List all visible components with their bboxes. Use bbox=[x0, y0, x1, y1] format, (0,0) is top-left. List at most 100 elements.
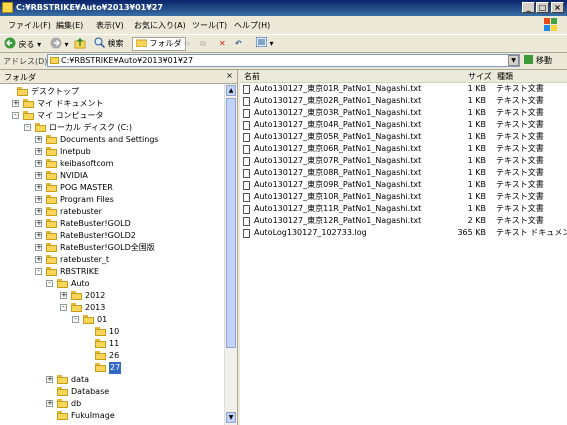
undo-icon[interactable]: ↶ bbox=[235, 37, 242, 51]
collapse-icon[interactable]: - bbox=[12, 112, 19, 119]
tree-node-label: Inetpub bbox=[60, 147, 91, 156]
file-row[interactable]: Auto130127_東京07R_PatNo1_Nagashi.txt 1 KB テ… bbox=[240, 155, 567, 167]
forward-button[interactable]: ▾ bbox=[50, 37, 69, 51]
expand-icon[interactable]: + bbox=[35, 256, 42, 263]
folder-icon bbox=[2, 2, 13, 13]
maximize-button[interactable]: □ bbox=[536, 2, 549, 13]
back-button[interactable]: 戻る ▾ bbox=[4, 37, 41, 51]
close-pane-button[interactable]: × bbox=[224, 70, 235, 81]
file-size: 365 KB bbox=[457, 228, 486, 237]
file-row[interactable]: Auto130127_東京12R_PatNo1_Nagashi.txt 2 KB テ… bbox=[240, 215, 567, 227]
address-field[interactable]: C:¥RBSTRIKE¥Auto¥2013¥01¥27 bbox=[47, 54, 520, 67]
go-label: 移動 bbox=[536, 56, 552, 65]
expand-icon[interactable]: + bbox=[60, 292, 67, 299]
folder-icon bbox=[46, 195, 57, 204]
title-bar[interactable]: C:¥RBSTRIKE¥Auto¥2013¥01¥27 _ □ × bbox=[0, 0, 567, 16]
file-size: 1 KB bbox=[467, 156, 486, 165]
expand-icon[interactable]: + bbox=[12, 100, 19, 107]
tree-node-label: RateBuster!GOLD bbox=[60, 219, 131, 228]
menu-tools[interactable]: ツール(T) bbox=[192, 20, 227, 31]
expand-icon[interactable]: + bbox=[35, 172, 42, 179]
tree-node-label: デスクトップ bbox=[31, 87, 79, 96]
expand-icon[interactable]: + bbox=[35, 244, 42, 251]
expand-icon[interactable]: + bbox=[35, 208, 42, 215]
expand-icon[interactable]: + bbox=[46, 376, 53, 383]
scroll-up-button[interactable]: ▲ bbox=[226, 85, 236, 96]
scroll-thumb[interactable] bbox=[226, 98, 236, 348]
menu-favorites[interactable]: お気に入り(A) bbox=[134, 20, 186, 31]
go-button[interactable]: 移動 bbox=[524, 55, 552, 66]
close-button[interactable]: × bbox=[551, 2, 564, 13]
file-row[interactable]: Auto130127_東京05R_PatNo1_Nagashi.txt 1 KB テ… bbox=[240, 131, 567, 143]
column-type[interactable]: 種類 bbox=[497, 71, 513, 82]
folder-icon bbox=[46, 171, 57, 180]
scroll-down-button[interactable]: ▼ bbox=[226, 412, 236, 423]
go-arrow-icon bbox=[524, 55, 533, 64]
menu-view[interactable]: 表示(V) bbox=[96, 20, 124, 31]
search-button[interactable]: 検索 bbox=[94, 37, 124, 51]
expand-icon[interactable]: + bbox=[35, 220, 42, 227]
file-row[interactable]: Auto130127_東京11R_PatNo1_Nagashi.txt 1 KB テ… bbox=[240, 203, 567, 215]
folder-icon bbox=[23, 99, 34, 108]
tree-node-label: 11 bbox=[109, 339, 120, 348]
folder-icon bbox=[95, 363, 106, 372]
expand-icon[interactable]: + bbox=[35, 184, 42, 191]
expand-icon[interactable]: + bbox=[35, 196, 42, 203]
views-button[interactable]: ▾ bbox=[255, 36, 274, 51]
expand-icon[interactable]: + bbox=[35, 232, 42, 239]
tree-node-label: keibasoftcom bbox=[60, 159, 114, 168]
expand-icon[interactable]: + bbox=[35, 160, 42, 167]
collapse-icon[interactable]: - bbox=[72, 316, 79, 323]
file-name: Auto130127_東京02R_PatNo1_Nagashi.txt bbox=[254, 96, 422, 105]
file-row[interactable]: Auto130127_東京03R_PatNo1_Nagashi.txt 1 KB テ… bbox=[240, 107, 567, 119]
column-name[interactable]: 名前 bbox=[244, 71, 260, 82]
expand-icon[interactable]: + bbox=[46, 400, 53, 407]
text-file-icon bbox=[243, 121, 250, 130]
tree-node-label: 10 bbox=[109, 327, 120, 336]
folder-icon bbox=[57, 375, 68, 384]
expand-icon[interactable]: + bbox=[35, 136, 42, 143]
tree-node-label: ratebuster_t bbox=[60, 255, 110, 264]
file-type: テキスト文書 bbox=[496, 216, 544, 225]
file-type: テキスト文書 bbox=[496, 108, 544, 117]
collapse-icon[interactable]: - bbox=[35, 268, 42, 275]
file-row[interactable]: Auto130127_東京08R_PatNo1_Nagashi.txt 1 KB テ… bbox=[240, 167, 567, 179]
tree-node-label: data bbox=[71, 375, 90, 384]
up-folder-icon bbox=[74, 37, 86, 49]
collapse-icon[interactable]: - bbox=[24, 124, 31, 131]
folder-icon bbox=[46, 183, 57, 192]
address-dropdown-button[interactable]: ▼ bbox=[508, 55, 519, 66]
folder-pane-header: フォルダ × bbox=[0, 70, 237, 84]
up-folder-button[interactable] bbox=[74, 37, 86, 51]
text-file-icon bbox=[243, 229, 250, 238]
file-row[interactable]: Auto130127_東京09R_PatNo1_Nagashi.txt 1 KB テ… bbox=[240, 179, 567, 191]
file-type: テキスト文書 bbox=[496, 192, 544, 201]
file-type: テキスト文書 bbox=[496, 180, 544, 189]
collapse-icon[interactable]: - bbox=[60, 304, 67, 311]
minimize-button[interactable]: _ bbox=[522, 2, 535, 13]
file-row[interactable]: Auto130127_東京01R_PatNo1_Nagashi.txt 1 KB テ… bbox=[240, 83, 567, 95]
folder-icon bbox=[46, 243, 57, 252]
tree-node-label: 2012 bbox=[85, 291, 106, 300]
address-value: C:¥RBSTRIKE¥Auto¥2013¥01¥27 bbox=[61, 56, 194, 65]
folder-icon bbox=[46, 231, 57, 240]
folder-icon bbox=[50, 57, 59, 64]
delete-icon[interactable]: ✕ bbox=[219, 37, 226, 51]
folders-button[interactable]: フォルダ bbox=[132, 37, 186, 51]
file-row[interactable]: Auto130127_東京06R_PatNo1_Nagashi.txt 1 KB テ… bbox=[240, 143, 567, 155]
menu-edit[interactable]: 編集(E) bbox=[56, 20, 83, 31]
file-row[interactable]: Auto130127_東京02R_PatNo1_Nagashi.txt 1 KB テ… bbox=[240, 95, 567, 107]
menu-help[interactable]: ヘルプ(H) bbox=[234, 20, 270, 31]
tree-scrollbar[interactable]: ▲ ▼ bbox=[224, 84, 237, 425]
move-to-button[interactable]: ⇨ bbox=[184, 37, 191, 51]
collapse-icon[interactable]: - bbox=[46, 280, 53, 287]
copy-to-button[interactable]: ⧉ bbox=[200, 37, 206, 51]
file-row[interactable]: Auto130127_東京04R_PatNo1_Nagashi.txt 1 KB テ… bbox=[240, 119, 567, 131]
column-size[interactable]: サイズ bbox=[468, 71, 492, 82]
folder-pane: フォルダ × デスクトップ + マイ ドキュメント - マイ コンピュータ - ローカル デ… bbox=[0, 70, 238, 425]
file-row[interactable]: Auto130127_東京10R_PatNo1_Nagashi.txt 1 KB テ… bbox=[240, 191, 567, 203]
menu-file[interactable]: ファイル(F) bbox=[8, 20, 51, 31]
expand-icon[interactable]: + bbox=[35, 148, 42, 155]
tree-node-label: NVIDIA bbox=[60, 171, 88, 180]
file-row[interactable]: AutoLog130127_102733.log 365 KB テキスト ドキュメン… bbox=[240, 227, 567, 239]
